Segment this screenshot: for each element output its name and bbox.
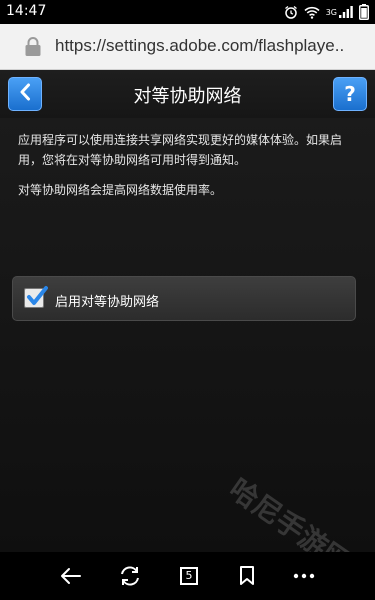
lock-icon — [24, 36, 42, 62]
network-type: 3G — [325, 7, 337, 17]
arrow-left-icon — [61, 568, 81, 584]
tab-count: 5 — [180, 567, 198, 585]
status-icons: 3G — [284, 3, 369, 21]
nav-more-button[interactable] — [291, 564, 317, 588]
app-header: 对等协助网络 ? — [0, 70, 375, 118]
description-text: 应用程序可以使用连接共享网络实现更好的媒体体验。如果启用，您将在对等协助网络可用… — [18, 133, 343, 167]
url-text[interactable]: https://settings.adobe.com/flashplaye.. — [55, 36, 365, 56]
nav-bookmark-button[interactable] — [234, 564, 260, 588]
bottom-nav: 5 — [0, 552, 375, 600]
status-time: 14:47 — [6, 3, 47, 19]
refresh-icon — [121, 566, 139, 586]
data-usage-note: 对等协助网络会提高网络数据使用率。 — [18, 183, 223, 197]
wifi-icon — [304, 6, 320, 19]
option-label: 启用对等协助网络 — [55, 295, 160, 310]
signal-icon — [339, 6, 353, 18]
help-button[interactable]: ? — [333, 77, 367, 111]
address-bar[interactable]: https://settings.adobe.com/flashplaye.. — [0, 24, 375, 70]
page-title: 对等协助网络 — [133, 86, 242, 107]
enable-peer-assisted-option[interactable]: 启用对等协助网络 — [12, 276, 356, 321]
back-button[interactable] — [8, 77, 42, 111]
nav-back-button[interactable] — [58, 564, 84, 588]
nav-refresh-button[interactable] — [117, 564, 143, 588]
nav-tabs-button[interactable]: 5 — [176, 564, 202, 588]
checkmark-icon — [27, 286, 48, 305]
chevron-left-icon — [18, 83, 32, 105]
status-bar: 14:47 3G — [0, 0, 375, 24]
alarm-icon — [284, 5, 298, 19]
bookmark-icon — [240, 566, 254, 585]
settings-content: 应用程序可以使用连接共享网络实现更好的媒体体验。如果启用，您将在对等协助网络可用… — [0, 118, 375, 579]
more-icon — [293, 573, 315, 579]
battery-icon — [359, 4, 369, 20]
enable-peer-assisted-checkbox[interactable] — [24, 286, 48, 308]
help-icon: ? — [344, 82, 356, 106]
